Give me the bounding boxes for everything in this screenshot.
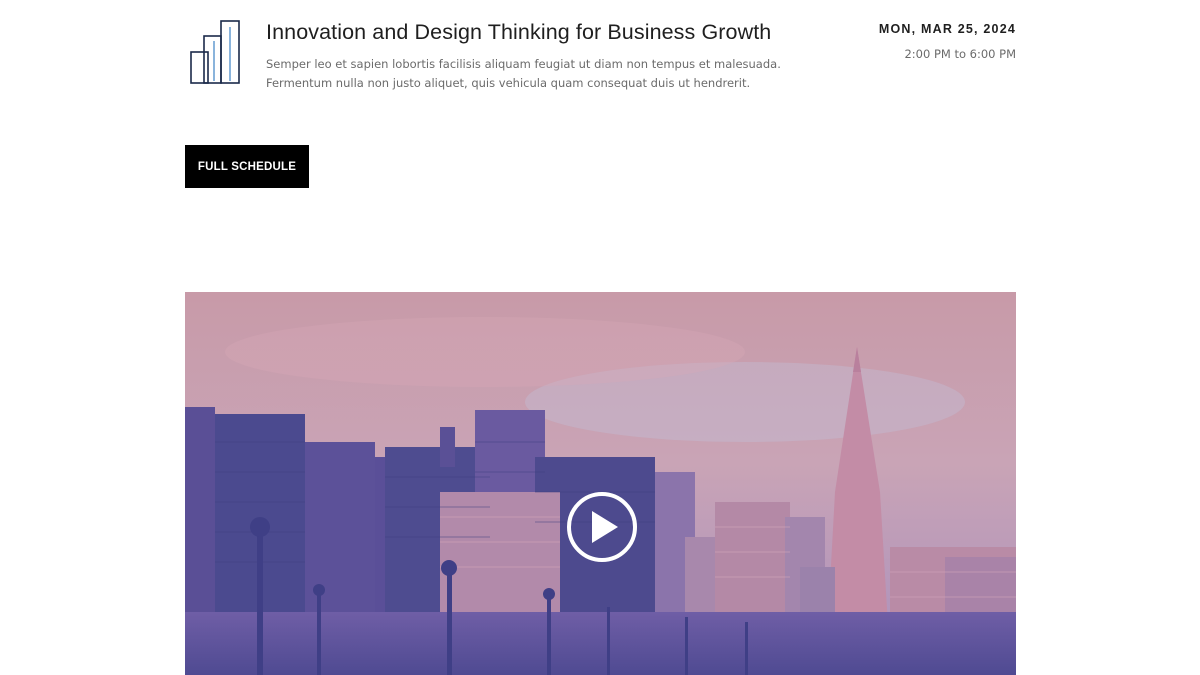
video-player[interactable] [185,292,1016,675]
full-schedule-button[interactable]: FULL SCHEDULE [185,145,309,188]
play-button[interactable] [567,492,637,562]
event-date: MON, MAR 25, 2024 [878,22,1016,36]
bar-chart-icon [190,19,242,85]
event-description: Semper leo et sapien lobortis facilisis … [266,57,781,90]
city-skyline-image [185,292,1016,675]
event-time: 2:00 PM to 6:00 PM [904,47,1016,61]
event-row: Innovation and Design Thinking for Busin… [185,0,1016,120]
event-title: Innovation and Design Thinking for Busin… [266,20,772,44]
play-icon [592,511,618,543]
